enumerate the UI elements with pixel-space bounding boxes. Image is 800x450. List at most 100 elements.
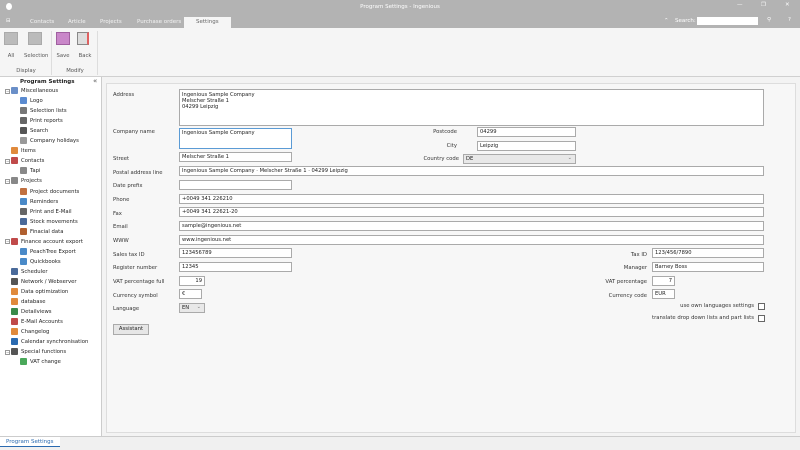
phone-label: Phone — [113, 197, 130, 203]
help-icon[interactable]: ? — [788, 17, 791, 23]
www-input[interactable]: www.ingenious.net — [179, 235, 764, 245]
currency-code-input[interactable]: EUR — [652, 289, 675, 299]
collapse-ribbon-icon[interactable]: ⌃ — [664, 18, 669, 24]
sidebar-item[interactable]: Projects — [11, 176, 42, 186]
tab-contacts[interactable]: Contacts — [30, 17, 54, 28]
back-button[interactable]: Back — [77, 32, 93, 59]
sales-tax-label: Sales tax ID — [113, 252, 145, 258]
expand-toggle[interactable]: − — [5, 88, 10, 94]
network-icon — [11, 277, 18, 285]
sidebar-item[interactable]: Items — [11, 146, 36, 156]
sidebar-item[interactable]: Data optimization — [11, 287, 68, 297]
city-input[interactable]: Leipzig — [477, 141, 576, 151]
display-all-button[interactable]: All — [4, 32, 20, 59]
sidebar-item[interactable]: Search — [20, 126, 48, 136]
expand-toggle[interactable]: − — [5, 178, 10, 184]
vat-input[interactable]: 7 — [652, 276, 675, 286]
sidebar-item[interactable]: Detailviews — [11, 307, 52, 317]
vat-full-input[interactable]: 19 — [179, 276, 205, 286]
address-input[interactable]: Ingenious Sample Company Melscher Straße… — [179, 89, 764, 126]
language-select[interactable]: EN ⌄ — [179, 303, 205, 313]
minimize-button[interactable]: — — [737, 2, 743, 8]
street-input[interactable]: Melscher Straße 1 — [179, 152, 292, 162]
tab-article[interactable]: Article — [68, 17, 86, 28]
register-input[interactable]: 12345 — [179, 262, 292, 272]
sidebar-item[interactable]: VAT change — [20, 357, 61, 367]
display-selection-button[interactable]: Selection — [24, 32, 48, 59]
sidebar-item[interactable]: Print reports — [20, 116, 63, 126]
sidebar-item[interactable]: Project documents — [20, 187, 79, 197]
calendar-icon — [11, 338, 18, 346]
quick-menu-icon[interactable]: ⊟ — [6, 18, 11, 24]
postcode-input[interactable]: 04299 — [477, 127, 576, 137]
reminder-icon — [20, 197, 27, 205]
sidebar-item-label: Network / Webserver — [21, 278, 77, 285]
assistant-button[interactable]: Assistant — [113, 324, 149, 335]
sidebar-item[interactable]: Special functions — [11, 347, 66, 357]
translate-label: translate drop down lists and part lists — [652, 315, 754, 321]
currency-symbol-input[interactable]: € — [179, 289, 202, 299]
country-label: Country code — [423, 156, 459, 162]
save-button[interactable]: Save — [56, 32, 70, 59]
company-name-input[interactable]: Ingenious Sample Company — [179, 128, 292, 149]
sidebar-item-label: Calendar synchronisation — [21, 339, 89, 346]
sidebar-item[interactable]: Quickbooks — [20, 257, 61, 267]
collapse-sidebar-button[interactable]: « — [93, 77, 97, 85]
expand-toggle[interactable]: − — [5, 349, 10, 355]
close-button[interactable]: ✕ — [785, 2, 790, 8]
fax-input[interactable]: +0049 341 22621-20 — [179, 207, 764, 217]
sidebar-item[interactable]: Tapi — [20, 166, 40, 176]
sidebar-item[interactable]: Company holidays — [20, 136, 79, 146]
sidebar-item-label: Print reports — [30, 118, 63, 125]
sidebar-item[interactable]: Selection lists — [20, 106, 67, 116]
display-group-label: Display — [16, 68, 36, 74]
company-name-label: Company name — [113, 129, 155, 135]
sidebar-item[interactable]: Miscellaneous — [11, 86, 58, 96]
country-select[interactable]: DE ⌄ — [463, 154, 576, 164]
export-icon — [20, 247, 27, 255]
fax-label: Fax — [113, 211, 122, 217]
sidebar-item[interactable]: Print and E-Mail — [20, 207, 72, 217]
sidebar-item[interactable]: database — [11, 297, 46, 307]
postal-line-input[interactable]: Ingenious Sample Company · Melscher Stra… — [179, 166, 764, 176]
field-value: 7 — [668, 278, 672, 284]
language-label: Language — [113, 306, 140, 312]
manager-input[interactable]: Barney Boss — [652, 262, 764, 272]
sidebar-item[interactable]: Calendar synchronisation — [11, 337, 88, 347]
search-input[interactable] — [697, 17, 758, 25]
translate-checkbox[interactable] — [758, 315, 765, 322]
tab-purchase-orders[interactable]: Purchase orders — [137, 17, 181, 28]
sidebar-item[interactable]: Finance account export — [11, 237, 83, 247]
binoculars-icon[interactable]: ⚲ — [767, 17, 771, 23]
tab-settings[interactable]: Settings — [184, 17, 231, 28]
maximize-button[interactable]: ❐ — [761, 2, 766, 8]
sidebar-item[interactable]: Changelog — [11, 327, 49, 337]
field-value: 12345 — [182, 264, 199, 270]
date-prefix-input[interactable] — [179, 180, 292, 190]
sidebar-item[interactable]: Finacial data — [20, 227, 63, 237]
sidebar-item-label: Search — [30, 128, 49, 135]
sidebar-item[interactable]: Stock movements — [20, 217, 78, 227]
sidebar-item[interactable]: E-Mail Accounts — [11, 317, 63, 327]
modify-group-label: Modify — [66, 68, 84, 74]
sidebar-item[interactable]: Reminders — [20, 197, 58, 207]
phone-input[interactable]: +0049 341 226210 — [179, 194, 764, 204]
register-label: Register number — [113, 265, 158, 271]
sidebar-item[interactable]: Scheduler — [11, 267, 48, 277]
bottom-tab-program-settings[interactable]: Program Settings — [0, 437, 60, 447]
sidebar-item[interactable]: Logo — [20, 96, 43, 106]
sidebar-item[interactable]: PeachTree Export — [20, 247, 76, 257]
email-input[interactable]: sample@ingenious.net — [179, 221, 764, 231]
sales-tax-input[interactable]: 123456789 — [179, 248, 292, 258]
street-label: Street — [113, 156, 130, 162]
tax-id-input[interactable]: 123/456/7890 — [652, 248, 764, 258]
own-lang-checkbox[interactable] — [758, 303, 765, 310]
sidebar-item[interactable]: Contacts — [11, 156, 44, 166]
tab-projects[interactable]: Projects — [100, 17, 122, 28]
sidebar-item[interactable]: Network / Webserver — [11, 277, 77, 287]
sidebar-item-label: Finacial data — [30, 228, 64, 235]
field-value: Leipzig — [480, 143, 499, 149]
expand-toggle[interactable]: − — [5, 239, 10, 245]
expand-toggle[interactable]: − — [5, 158, 10, 164]
mail-icon — [11, 318, 18, 326]
